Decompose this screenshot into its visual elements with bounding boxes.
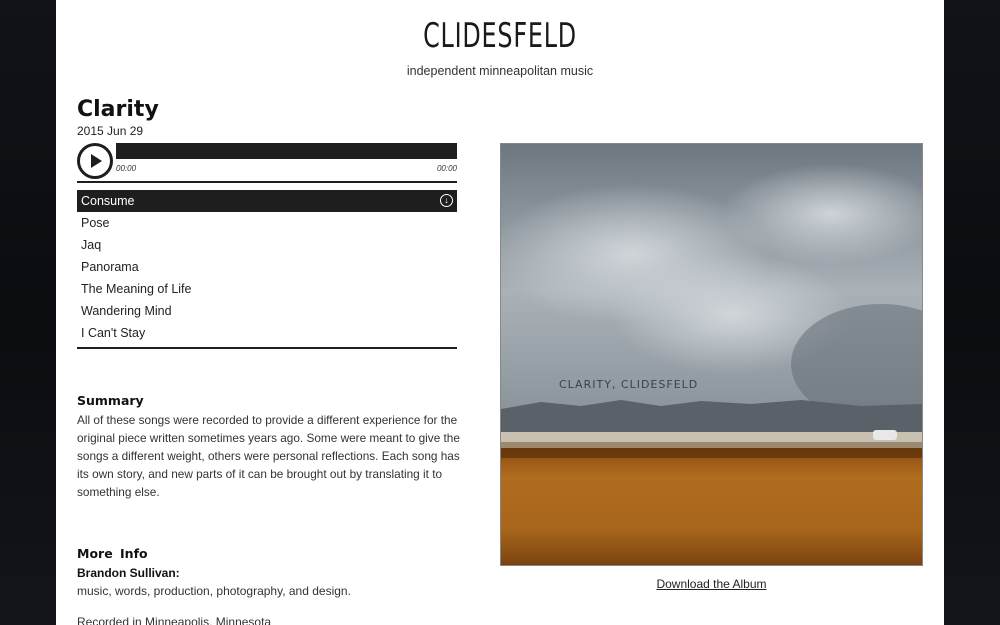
track-item-jaq[interactable]: Jaq bbox=[77, 234, 457, 256]
background-left bbox=[0, 0, 56, 625]
duration-time: 00:00 bbox=[436, 164, 457, 173]
album-date: 2015 Jun 29 bbox=[77, 124, 144, 138]
audio-player: 00:00 00:00 bbox=[77, 143, 457, 183]
track-title: I Can't Stay bbox=[81, 326, 146, 340]
album-cover: CLARITY, CLIDESFELD bbox=[500, 143, 923, 566]
track-item-pose[interactable]: Pose bbox=[77, 212, 457, 234]
current-time: 00:00 bbox=[116, 164, 137, 173]
divider-bottom bbox=[77, 347, 457, 349]
summary-heading: Summary bbox=[77, 393, 144, 408]
site-title[interactable]: CLIDESFELD bbox=[154, 16, 847, 56]
play-icon bbox=[91, 154, 102, 168]
recorded-location: Recorded in Minneapolis, Minnesota bbox=[77, 615, 272, 625]
site-subtitle: independent minneapolitan music bbox=[406, 64, 594, 78]
summary-text: All of these songs were recorded to prov… bbox=[77, 413, 460, 499]
album-title: Clarity bbox=[77, 97, 159, 122]
credit-name: Brandon Sullivan: bbox=[77, 566, 180, 580]
download-icon[interactable]: ↓ bbox=[440, 194, 453, 207]
track-title: Wandering Mind bbox=[81, 304, 172, 318]
cover-caption: CLARITY, CLIDESFELD bbox=[559, 378, 698, 391]
background-right bbox=[944, 0, 1000, 625]
track-title: Consume bbox=[81, 194, 135, 208]
play-button[interactable] bbox=[77, 143, 113, 179]
download-album-link[interactable]: Download the Album bbox=[500, 577, 923, 591]
track-title: Jaq bbox=[81, 238, 102, 252]
track-title: Panorama bbox=[81, 260, 139, 274]
track-item-panorama[interactable]: Panorama bbox=[77, 256, 457, 278]
track-item-wandering-mind[interactable]: Wandering Mind bbox=[77, 300, 457, 322]
credit-role: music, words, production, photography, a… bbox=[77, 584, 351, 598]
track-title: The Meaning of Life bbox=[81, 282, 192, 296]
track-item-meaning-of-life[interactable]: The Meaning of Life bbox=[77, 278, 457, 300]
divider-top bbox=[77, 181, 457, 183]
page-content: CLIDESFELD independent minneapolitan mus… bbox=[56, 0, 944, 625]
track-title: Pose bbox=[81, 216, 110, 230]
track-item-i-cant-stay[interactable]: I Can't Stay bbox=[77, 322, 457, 344]
track-item-consume[interactable]: Consume ↓ bbox=[77, 190, 457, 212]
progress-bar[interactable] bbox=[116, 143, 457, 159]
track-list: Consume ↓ Pose Jaq Panorama The Meaning … bbox=[77, 190, 457, 344]
more-info-heading: More Info bbox=[77, 546, 148, 561]
